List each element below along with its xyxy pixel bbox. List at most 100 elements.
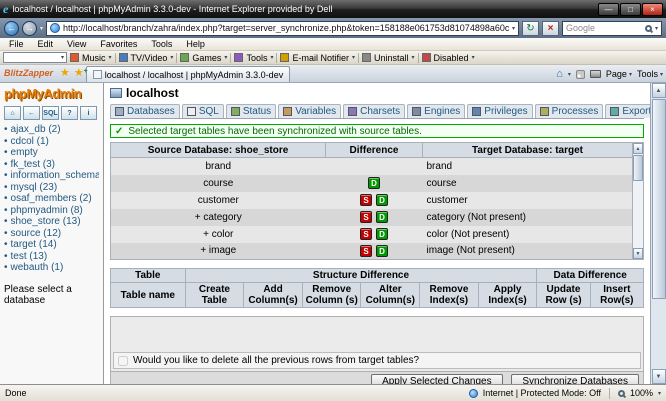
tab-privileges[interactable]: Privileges	[467, 104, 532, 118]
tab-charsets[interactable]: Charsets	[343, 104, 405, 118]
dropdown-icon: ▾	[412, 54, 415, 61]
tab-processes[interactable]: Processes	[535, 104, 604, 118]
add-favorite-star-icon: ★	[74, 67, 84, 79]
db-item-target-14[interactable]: •target (14)	[4, 239, 99, 251]
menu-file[interactable]: File	[2, 39, 31, 49]
db-item-shoe-store-13[interactable]: •shoe_store (13)	[4, 216, 99, 228]
menu-tools[interactable]: Tools	[144, 39, 179, 49]
menu-view[interactable]: View	[60, 39, 93, 49]
tab-databases[interactable]: Databases	[110, 104, 180, 118]
db-item-cdcol-1[interactable]: •cdcol (1)	[4, 136, 99, 148]
refresh-button[interactable]: ↻	[522, 21, 539, 36]
zoom-dropdown-icon[interactable]: ▾	[658, 390, 661, 397]
tab-variables[interactable]: Variables	[278, 104, 341, 118]
stop-button[interactable]: ×	[542, 21, 559, 36]
page-scroll-down-icon[interactable]: ▼	[652, 369, 666, 384]
target-table-name: category (Not present)	[423, 209, 633, 226]
minimize-button[interactable]: —	[598, 3, 619, 16]
toolbar-item-disabled[interactable]: Disabled▾	[422, 53, 475, 63]
sidebar-nav-icons: ⌂ ← SQL ? i	[4, 106, 99, 120]
menu-favorites[interactable]: Favorites	[93, 39, 144, 49]
toolbar-item-games[interactable]: Games▾	[180, 53, 227, 63]
url-dropdown-icon[interactable]: ▾	[512, 25, 515, 32]
menu-edit[interactable]: Edit	[31, 39, 61, 49]
bullet-icon: •	[4, 251, 8, 262]
data-diff-badge[interactable]: D	[376, 211, 388, 223]
query-window-icon[interactable]: SQL	[42, 106, 59, 120]
logout-icon[interactable]: ←	[23, 106, 40, 120]
synchronize-databases-button[interactable]: Synchronize Databases	[511, 374, 639, 384]
maximize-button[interactable]: □	[620, 3, 641, 16]
search-icon[interactable]	[645, 25, 652, 32]
mysql-docs-icon[interactable]: i	[80, 106, 97, 120]
apply-selected-changes-button[interactable]: Apply Selected Changes	[371, 374, 503, 384]
db-item-ajax-db-2[interactable]: •ajax_db (2)	[4, 124, 99, 136]
col-header-remove-column-s: Remove Column (s)	[302, 283, 361, 308]
db-item-fk-test-3[interactable]: •fk_test (3)	[4, 159, 99, 171]
db-name: cdcol (1)	[11, 136, 49, 147]
structure-diff-badge[interactable]: S	[360, 228, 372, 240]
toolbar-item-uninstall[interactable]: Uninstall▾	[362, 53, 415, 63]
close-button[interactable]: ×	[642, 3, 663, 16]
data-diff-badge[interactable]: D	[376, 245, 388, 257]
sync-table-scrollbar[interactable]: ▲ ▼	[633, 142, 644, 260]
search-dropdown-icon[interactable]: ▾	[655, 25, 658, 32]
structure-diff-badge[interactable]: S	[360, 245, 372, 257]
structure-diff-badge[interactable]: S	[360, 194, 372, 206]
db-item-osaf-members-2[interactable]: •osaf_members (2)	[4, 193, 99, 205]
history-dropdown-icon[interactable]: ▾	[40, 25, 43, 32]
data-diff-badge[interactable]: D	[368, 177, 380, 189]
forward-button[interactable]: →	[22, 21, 37, 36]
feeds-button[interactable]	[576, 70, 585, 79]
toolbar-search-box[interactable]: ▾	[3, 52, 67, 63]
print-button[interactable]	[590, 70, 601, 78]
bullet-icon: •	[4, 193, 8, 204]
zoom-level[interactable]: 100%	[630, 388, 653, 398]
page-scroll-thumb[interactable]	[652, 99, 666, 299]
db-item-information-schema-28[interactable]: •information_schema (28)	[4, 170, 99, 182]
scroll-down-icon[interactable]: ▼	[633, 248, 643, 259]
zone-text: Internet | Protected Mode: Off	[483, 388, 601, 398]
tab-engines[interactable]: Engines	[407, 104, 465, 118]
page-menu[interactable]: Page ▾	[606, 69, 632, 79]
toolbar-item-tv-video[interactable]: TV/Video▾	[119, 53, 174, 63]
data-diff-badge[interactable]: D	[376, 228, 388, 240]
db-item-source-12[interactable]: •source (12)	[4, 228, 99, 240]
db-item-empty[interactable]: •empty	[4, 147, 99, 159]
menu-help[interactable]: Help	[179, 39, 212, 49]
tools-menu[interactable]: Tools ▾	[637, 69, 663, 79]
db-item-webauth-1[interactable]: •webauth (1)	[4, 262, 99, 274]
source-table-name: + color	[111, 226, 326, 243]
page-scroll-up-icon[interactable]: ▲	[652, 83, 666, 98]
url-field[interactable]: http://localhost/branch/zahra/index.php?…	[46, 21, 519, 36]
db-item-mysql-23[interactable]: •mysql (23)	[4, 182, 99, 194]
add-favorite-button[interactable]: ★ +	[74, 68, 84, 79]
search-box[interactable]: Google ▾	[562, 21, 662, 36]
tab-sql[interactable]: SQL	[182, 104, 224, 118]
db-item-phpmyadmin-8[interactable]: •phpmyadmin (8)	[4, 205, 99, 217]
structure-diff-badge[interactable]: S	[360, 211, 372, 223]
toolbar-item-music[interactable]: Music▾	[70, 53, 112, 63]
delete-rows-checkbox[interactable]	[118, 356, 128, 366]
db-item-test-13[interactable]: •test (13)	[4, 251, 99, 263]
tab-export[interactable]: Export	[605, 104, 650, 118]
scroll-up-icon[interactable]: ▲	[633, 143, 643, 154]
sync-scroll-thumb[interactable]	[633, 155, 643, 181]
group-header-structure-difference: Structure Difference	[185, 269, 537, 283]
favorites-center-button[interactable]: ★	[60, 68, 70, 79]
server-name: localhost	[126, 86, 179, 100]
home-dropdown-icon[interactable]: ▾	[568, 71, 571, 78]
pma-logo[interactable]: phpMyAdmin	[4, 86, 99, 101]
browser-tab[interactable]: localhost / localhost | phpMyAdmin 3.3.0…	[86, 66, 290, 82]
home-button[interactable]: ⌂	[556, 69, 563, 79]
toolbar-item-e-mail-notifier[interactable]: E-mail Notifier▾	[280, 53, 355, 63]
back-button[interactable]: ←	[4, 21, 19, 36]
home-icon[interactable]: ⌂	[4, 106, 21, 120]
tab-status[interactable]: Status	[226, 104, 276, 118]
page-scrollbar[interactable]: ▲ ▼	[650, 83, 666, 384]
col-header-alter-column-s: Alter Column(s)	[361, 283, 420, 308]
export-icon	[610, 107, 619, 116]
pma-docs-icon[interactable]: ?	[61, 106, 78, 120]
data-diff-badge[interactable]: D	[376, 194, 388, 206]
toolbar-item-tools[interactable]: Tools▾	[234, 53, 273, 63]
